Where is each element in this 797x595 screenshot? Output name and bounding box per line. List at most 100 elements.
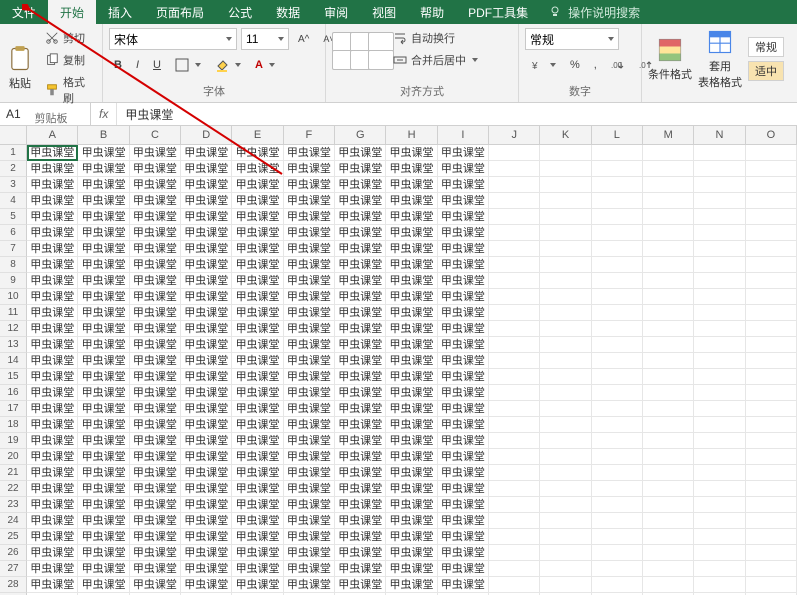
cell[interactable]: 甲虫课堂 — [130, 369, 181, 385]
row-header-17[interactable]: 17 — [0, 401, 27, 417]
cell[interactable]: 甲虫课堂 — [335, 497, 386, 513]
cell[interactable]: 甲虫课堂 — [78, 449, 129, 465]
row-header-20[interactable]: 20 — [0, 449, 27, 465]
cell[interactable] — [489, 145, 540, 161]
cell[interactable]: 甲虫课堂 — [284, 353, 335, 369]
cell[interactable]: 甲虫课堂 — [438, 177, 489, 193]
cell[interactable]: 甲虫课堂 — [130, 337, 181, 353]
cell[interactable] — [694, 209, 745, 225]
cell[interactable]: 甲虫课堂 — [130, 433, 181, 449]
cell[interactable] — [643, 193, 694, 209]
cell[interactable]: 甲虫课堂 — [181, 289, 232, 305]
cell[interactable]: 甲虫课堂 — [232, 465, 283, 481]
cell[interactable]: 甲虫课堂 — [232, 529, 283, 545]
cell[interactable] — [694, 369, 745, 385]
cell[interactable] — [540, 225, 591, 241]
cell[interactable]: 甲虫课堂 — [181, 337, 232, 353]
cell[interactable] — [592, 305, 643, 321]
cell[interactable] — [694, 225, 745, 241]
row-header-3[interactable]: 3 — [0, 177, 27, 193]
row-header-14[interactable]: 14 — [0, 353, 27, 369]
cell[interactable]: 甲虫课堂 — [78, 321, 129, 337]
cell[interactable] — [489, 289, 540, 305]
cell[interactable] — [489, 273, 540, 289]
cell[interactable] — [592, 561, 643, 577]
column-header-B[interactable]: B — [78, 126, 129, 144]
column-header-M[interactable]: M — [643, 126, 694, 144]
cell[interactable]: 甲虫课堂 — [232, 513, 283, 529]
cell[interactable]: 甲虫课堂 — [232, 225, 283, 241]
font-name-combo[interactable] — [109, 28, 237, 50]
cell[interactable]: 甲虫课堂 — [181, 353, 232, 369]
cell[interactable]: 甲虫课堂 — [181, 177, 232, 193]
cell[interactable]: 甲虫课堂 — [78, 369, 129, 385]
currency-button[interactable]: ¥ — [525, 56, 561, 74]
cell[interactable]: 甲虫课堂 — [386, 561, 437, 577]
cell[interactable] — [592, 321, 643, 337]
cell[interactable]: 甲虫课堂 — [78, 241, 129, 257]
cut-button[interactable]: 剪切 — [40, 28, 96, 48]
cell[interactable] — [489, 433, 540, 449]
cell[interactable] — [746, 193, 797, 209]
cell[interactable] — [694, 497, 745, 513]
cell[interactable]: 甲虫课堂 — [284, 545, 335, 561]
cell[interactable]: 甲虫课堂 — [27, 177, 78, 193]
cell[interactable] — [489, 385, 540, 401]
cell[interactable] — [694, 177, 745, 193]
cell[interactable]: 甲虫课堂 — [335, 161, 386, 177]
cell[interactable] — [592, 417, 643, 433]
cell[interactable]: 甲虫课堂 — [284, 577, 335, 593]
cell[interactable]: 甲虫课堂 — [130, 257, 181, 273]
cell[interactable]: 甲虫课堂 — [130, 177, 181, 193]
cell[interactable]: 甲虫课堂 — [181, 545, 232, 561]
cell[interactable]: 甲虫课堂 — [438, 433, 489, 449]
cell[interactable]: 甲虫课堂 — [335, 465, 386, 481]
cell[interactable]: 甲虫课堂 — [181, 561, 232, 577]
cell[interactable] — [592, 577, 643, 593]
cell[interactable]: 甲虫课堂 — [284, 369, 335, 385]
cell[interactable]: 甲虫课堂 — [78, 401, 129, 417]
cell[interactable]: 甲虫课堂 — [335, 273, 386, 289]
cell[interactable]: 甲虫课堂 — [78, 257, 129, 273]
cell[interactable]: 甲虫课堂 — [335, 321, 386, 337]
row-header-22[interactable]: 22 — [0, 481, 27, 497]
cell[interactable]: 甲虫课堂 — [335, 337, 386, 353]
number-format-input[interactable] — [526, 30, 604, 48]
cell[interactable]: 甲虫课堂 — [130, 385, 181, 401]
cell[interactable]: 甲虫课堂 — [130, 417, 181, 433]
cell[interactable]: 甲虫课堂 — [27, 241, 78, 257]
cell[interactable]: 甲虫课堂 — [438, 273, 489, 289]
cell[interactable]: 甲虫课堂 — [386, 545, 437, 561]
cell[interactable] — [694, 545, 745, 561]
cell[interactable] — [746, 497, 797, 513]
cell[interactable]: 甲虫课堂 — [27, 353, 78, 369]
cell[interactable]: 甲虫课堂 — [130, 305, 181, 321]
cell[interactable]: 甲虫课堂 — [232, 497, 283, 513]
cell[interactable]: 甲虫课堂 — [284, 225, 335, 241]
cell[interactable] — [540, 369, 591, 385]
menu-tab-3[interactable]: 页面布局 — [144, 0, 216, 24]
cell[interactable]: 甲虫课堂 — [386, 385, 437, 401]
cell[interactable] — [540, 289, 591, 305]
cell[interactable]: 甲虫课堂 — [284, 145, 335, 161]
cell[interactable] — [643, 353, 694, 369]
cell[interactable]: 甲虫课堂 — [438, 321, 489, 337]
row-header-10[interactable]: 10 — [0, 289, 27, 305]
cell[interactable]: 甲虫课堂 — [386, 305, 437, 321]
cell[interactable] — [746, 305, 797, 321]
cell[interactable] — [643, 273, 694, 289]
cell[interactable] — [489, 193, 540, 209]
cell[interactable] — [540, 337, 591, 353]
cell[interactable]: 甲虫课堂 — [335, 193, 386, 209]
cell[interactable]: 甲虫课堂 — [438, 497, 489, 513]
cell[interactable] — [694, 465, 745, 481]
cell[interactable]: 甲虫课堂 — [130, 241, 181, 257]
cell[interactable]: 甲虫课堂 — [438, 385, 489, 401]
cell[interactable]: 甲虫课堂 — [284, 497, 335, 513]
cell[interactable] — [694, 273, 745, 289]
menu-tab-6[interactable]: 审阅 — [312, 0, 360, 24]
menu-tab-0[interactable]: 文件 — [0, 0, 48, 24]
cell[interactable]: 甲虫课堂 — [335, 353, 386, 369]
cell[interactable]: 甲虫课堂 — [78, 465, 129, 481]
cell[interactable]: 甲虫课堂 — [438, 561, 489, 577]
